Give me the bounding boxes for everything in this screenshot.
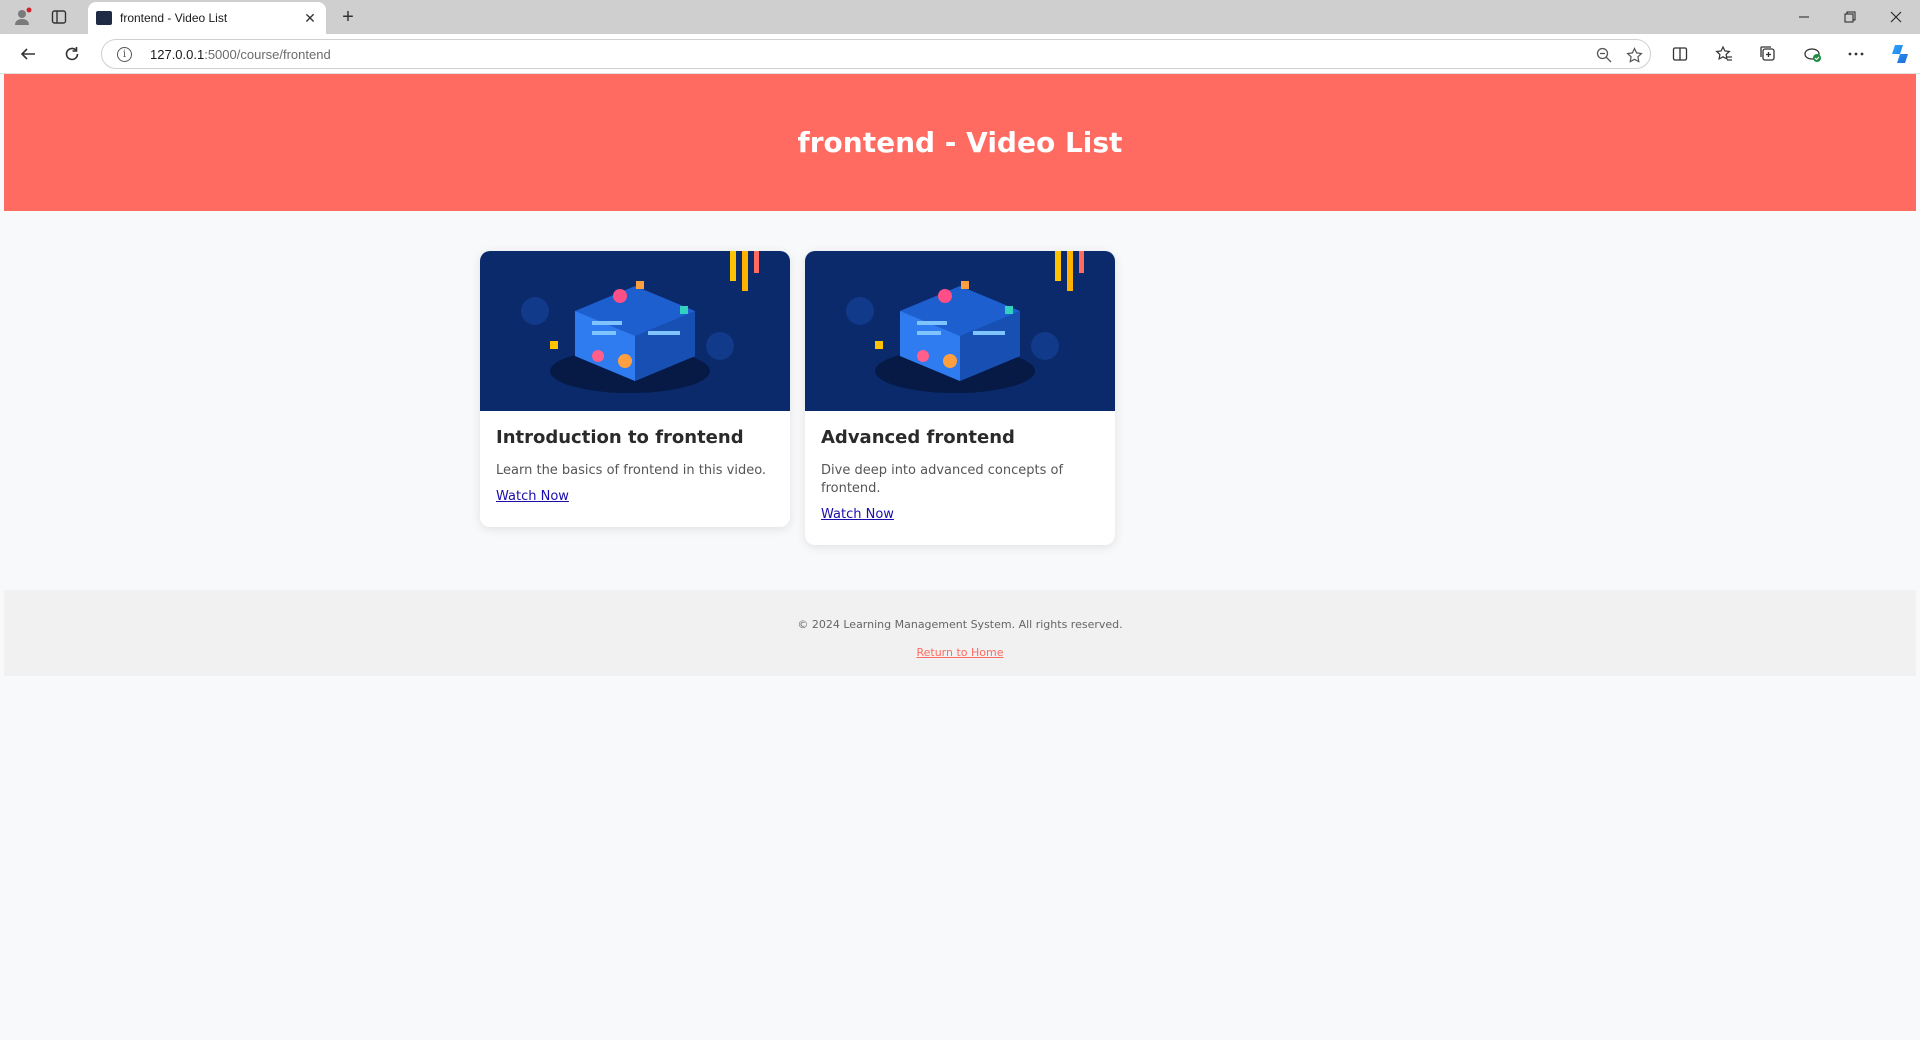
tab-strip: frontend - Video List ✕ +	[0, 0, 1920, 34]
return-home-link-row: Return to Home	[4, 646, 1916, 659]
page-viewport: frontend - Video List Introduction to fr…	[4, 74, 1916, 1036]
video-card: Introduction to frontend Learn the basic…	[480, 251, 790, 527]
video-title: Introduction to frontend	[496, 427, 744, 448]
copyright-text: © 2024 Learning Management System. All r…	[797, 618, 1123, 631]
collections-icon[interactable]	[1754, 41, 1782, 67]
minimize-icon[interactable]	[1788, 4, 1820, 30]
video-thumbnail-image	[805, 251, 1115, 411]
split-screen-icon[interactable]	[1666, 41, 1694, 67]
close-window-icon[interactable]	[1880, 4, 1912, 30]
tab-title: frontend - Video List	[120, 11, 228, 25]
browser-toolbar: i 127.0.0.1:5000/course/frontend	[0, 34, 1920, 74]
zoom-out-icon[interactable]	[1592, 44, 1616, 66]
tab-close-icon[interactable]: ✕	[300, 8, 320, 28]
video-card: Advanced frontend Dive deep into advance…	[805, 251, 1115, 545]
refresh-icon[interactable]	[58, 41, 86, 67]
favorite-star-icon[interactable]	[1622, 44, 1646, 66]
address-bar[interactable]: i 127.0.0.1:5000/course/frontend	[101, 39, 1651, 69]
extensions-icon[interactable]	[1798, 41, 1826, 67]
copilot-icon[interactable]	[1886, 41, 1914, 67]
video-description: Learn the basics of frontend in this vid…	[496, 463, 767, 478]
video-thumbnail-image	[480, 251, 790, 411]
workspaces-icon[interactable]	[48, 6, 70, 28]
tab-active[interactable]: frontend - Video List ✕	[88, 2, 326, 34]
info-icon[interactable]: i	[117, 47, 132, 62]
page-footer: © 2024 Learning Management System. All r…	[4, 590, 1916, 676]
return-home-link[interactable]: Return to Home	[916, 646, 1003, 659]
video-description: Dive deep into advanced concepts of fron…	[821, 463, 1064, 496]
page-title: frontend - Video List	[797, 126, 1123, 159]
url-text[interactable]: 127.0.0.1:5000/course/frontend	[150, 47, 331, 62]
video-title: Advanced frontend	[821, 427, 1015, 448]
terminal-favicon-icon	[96, 11, 112, 25]
watch-now-link[interactable]: Watch Now	[496, 489, 569, 504]
watch-now-link[interactable]: Watch Now	[821, 507, 894, 522]
favorites-icon[interactable]	[1710, 41, 1738, 67]
back-icon[interactable]	[14, 41, 42, 67]
page-header: frontend - Video List	[4, 74, 1916, 211]
new-tab-icon[interactable]: +	[336, 5, 360, 29]
more-icon[interactable]	[1842, 41, 1870, 67]
profile-icon[interactable]	[12, 6, 34, 28]
restore-icon[interactable]	[1834, 4, 1866, 30]
